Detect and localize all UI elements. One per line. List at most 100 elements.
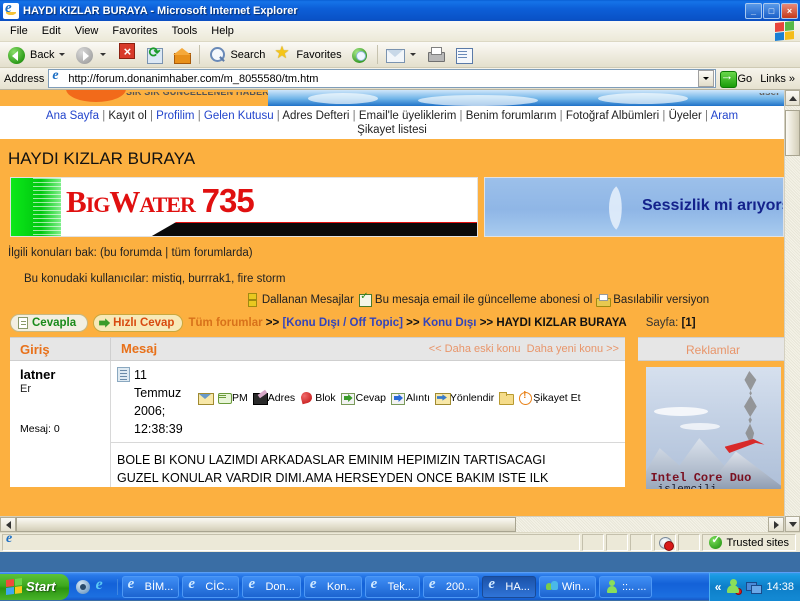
minimize-button[interactable]: _ (745, 3, 762, 19)
task-button[interactable]: 200... (423, 576, 480, 598)
post-body-line-2: GUZEL KONULAR VARDIR DIMI.AMA HERSEYDEN … (117, 469, 619, 487)
horizontal-scrollbar[interactable] (0, 516, 784, 532)
popup-blocked-icon[interactable] (654, 534, 676, 551)
email-subscribe-link[interactable]: Bu mesaja email ile güncelleme abonesi o… (375, 294, 592, 306)
back-button[interactable]: Back (3, 43, 71, 67)
address-input[interactable]: http://forum.donanimhaber.com/m_8055580/… (48, 69, 715, 88)
nav-link-kayit-ol[interactable]: Kayıt ol (108, 110, 146, 122)
tray-status-dot-icon (735, 588, 742, 595)
vscroll-up-button[interactable] (785, 90, 800, 106)
menu-bar: File Edit View Favorites Tools Help (0, 21, 800, 42)
menu-favorites[interactable]: Favorites (105, 23, 164, 39)
breadcrumb-offtopic[interactable]: [Konu Dışı / Off Topic] (282, 317, 403, 329)
printable-version-link[interactable]: Basılabilir versiyon (613, 294, 709, 306)
menu-help[interactable]: Help (204, 23, 241, 39)
breadcrumb-konu-disi[interactable]: Konu Dışı (423, 317, 477, 329)
nav-link-ana-sayfa[interactable]: Ana Sayfa (46, 110, 99, 122)
forward-button[interactable] (71, 43, 112, 67)
older-topic-link[interactable]: << Daha eski konu (429, 343, 521, 355)
related-all-forums-link[interactable]: tüm forumlarda (171, 247, 248, 259)
forward-chevron-down-icon[interactable] (100, 53, 106, 56)
post-sikayet-action[interactable]: Şikayet Et (518, 392, 580, 404)
menu-file[interactable]: File (3, 23, 35, 39)
address-dropdown-button[interactable] (698, 70, 714, 87)
go-button[interactable]: Go (716, 70, 758, 87)
task-button[interactable]: Win... (539, 576, 596, 598)
menu-view[interactable]: View (68, 23, 106, 39)
newer-topic-link[interactable]: Daha yeni konu >> (527, 343, 619, 355)
task-button[interactable]: Kon... (304, 576, 362, 598)
quick-reply-button[interactable]: Hızlı Cevap (93, 314, 183, 332)
media-button[interactable] (346, 43, 374, 67)
hscroll-track[interactable] (516, 517, 768, 532)
post-alinti-action[interactable]: Alıntı (391, 392, 430, 404)
security-zone[interactable]: Trusted sites (702, 534, 796, 551)
post-folder-action[interactable] (499, 392, 513, 404)
task-button[interactable]: Don... (242, 576, 300, 598)
related-in-forum-link[interactable]: bu forumda (104, 247, 162, 259)
sessizlik-ad-banner[interactable]: Sessizlik mi arıyorsu (484, 177, 784, 237)
alinti-label: Alıntı (406, 392, 430, 404)
intel-ad-image[interactable]: Intel Core Duo islemcili (646, 367, 781, 489)
edit-button[interactable] (450, 43, 478, 67)
internet-explorer-icon[interactable] (95, 579, 111, 595)
nav-link-fotograf-albumleri[interactable]: Fotoğraf Albümleri (566, 110, 659, 122)
page-value[interactable]: [1] (682, 317, 696, 329)
mail-chevron-down-icon[interactable] (410, 53, 416, 56)
tray-expand-chevron-icon[interactable]: « (715, 580, 722, 594)
system-tray: « 14:38 (709, 573, 800, 601)
vertical-scrollbar[interactable] (784, 90, 800, 532)
menu-tools[interactable]: Tools (165, 23, 205, 39)
breadcrumb-all-forums[interactable]: Tüm forumlar (188, 317, 262, 329)
hscroll-thumb[interactable] (16, 517, 516, 532)
tray-user-icon[interactable] (726, 579, 741, 594)
refresh-button[interactable] (140, 43, 168, 67)
nav-link-adres-defteri[interactable]: Adres Defteri (282, 110, 349, 122)
links-button[interactable]: Links » (757, 73, 798, 85)
favorites-button[interactable]: Favorites (269, 43, 345, 67)
post-pm-action[interactable]: PM (217, 392, 248, 404)
task-button[interactable]: BİM... (122, 576, 180, 598)
search-button[interactable]: Search (203, 43, 269, 67)
stop-button[interactable] (112, 43, 140, 67)
post-adres-action[interactable]: Adres (253, 392, 295, 404)
vscroll-thumb[interactable] (785, 110, 800, 156)
tray-network-icon[interactable] (746, 579, 761, 594)
nav-link-arama[interactable]: Aram (711, 110, 738, 122)
back-chevron-down-icon[interactable] (59, 53, 65, 56)
threaded-messages-link[interactable]: Dallanan Mesajlar (262, 294, 354, 306)
vscroll-track-bottom[interactable] (785, 156, 800, 516)
menu-edit[interactable]: Edit (35, 23, 68, 39)
hscroll-right-button[interactable] (768, 517, 784, 532)
nav-link-sikayet-listesi[interactable]: Şikayet listesi (0, 123, 784, 137)
nav-link-profilim[interactable]: Profilim (156, 110, 194, 122)
post-blok-action[interactable]: Blok (300, 392, 335, 404)
task-button-active[interactable]: HA... (482, 576, 535, 598)
reply-label: Cevapla (32, 317, 76, 329)
post-cevap-action[interactable]: Cevap (341, 392, 386, 404)
nav-link-uyeler[interactable]: Üyeler (669, 110, 702, 122)
hscroll-left-button[interactable] (0, 517, 16, 532)
print-button[interactable] (422, 43, 450, 67)
home-button[interactable] (168, 43, 196, 67)
nav-link-benim-forumlarim[interactable]: Benim forumlarım (466, 110, 557, 122)
start-button[interactable]: Start (0, 574, 69, 600)
post-user-rank: Er (20, 383, 110, 395)
reply-button[interactable]: Cevapla (10, 314, 88, 332)
nav-link-email-uyeliklerim[interactable]: Email'le üyeliklerim (359, 110, 456, 122)
media-player-icon[interactable] (75, 579, 91, 595)
maximize-button[interactable]: □ (763, 3, 780, 19)
close-button[interactable]: × (781, 3, 798, 19)
task-button[interactable]: ::.. ... (599, 576, 652, 598)
adres-label: Adres (268, 392, 295, 404)
task-button[interactable]: Tek... (365, 576, 420, 598)
tray-clock[interactable]: 14:38 (766, 581, 794, 593)
task-button[interactable]: CİC... (182, 576, 239, 598)
post-yonlendir-action[interactable]: Yönlendir (435, 392, 494, 404)
nav-link-gelen-kutusu[interactable]: Gelen Kutusu (204, 110, 274, 122)
post-username[interactable]: latner (20, 367, 110, 382)
mail-button[interactable] (381, 43, 422, 67)
bigwater-ad-banner[interactable]: BIGWATER 735 (10, 177, 478, 237)
post-email-action[interactable] (198, 392, 212, 404)
vscroll-down-button[interactable] (785, 516, 800, 532)
